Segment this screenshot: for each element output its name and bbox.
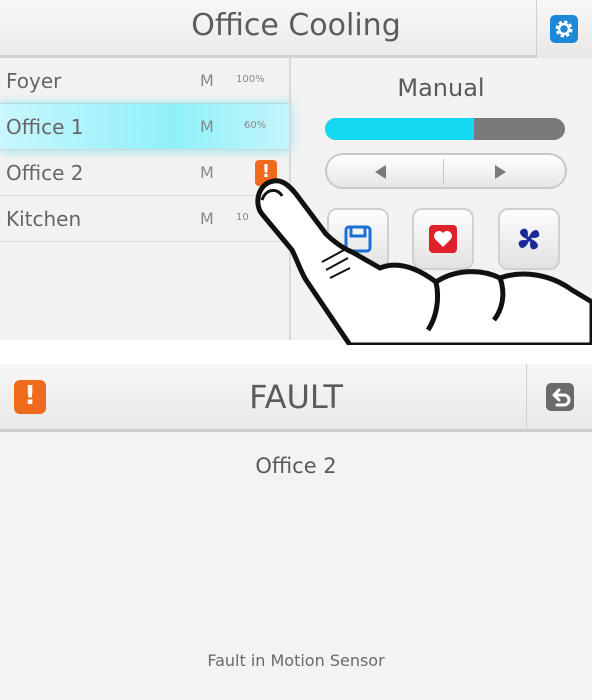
zone-level: 100%: [236, 74, 265, 85]
speed-slider-fill: [325, 118, 474, 140]
zone-level: 60%: [244, 120, 267, 131]
fault-title: FAULT: [249, 378, 343, 416]
pointing-hand-icon: [255, 178, 592, 345]
settings-button[interactable]: [536, 0, 592, 58]
zone-mode: M: [200, 209, 214, 228]
gear-icon: [550, 15, 578, 43]
zone-name: Office 2: [6, 161, 84, 185]
zone-name: Kitchen: [6, 207, 82, 231]
zone-mode: M: [200, 163, 214, 182]
mode-label: Manual: [397, 74, 485, 102]
zone-row-foyer[interactable]: Foyer M 100%: [0, 58, 290, 104]
zone-name: Office 1: [6, 115, 84, 139]
zone-row-office-1[interactable]: Office 1 M 60%: [0, 104, 290, 150]
zone-name: Foyer: [6, 69, 62, 93]
back-button[interactable]: [526, 364, 592, 429]
back-icon: [546, 383, 574, 411]
zone-mode: M: [200, 71, 214, 90]
fault-zone-name: Office 2: [255, 454, 337, 478]
zone-mode: M: [200, 117, 214, 136]
fault-message: Fault in Motion Sensor: [207, 651, 385, 670]
speed-slider[interactable]: [325, 118, 565, 140]
page-title: Office Cooling: [191, 8, 401, 43]
